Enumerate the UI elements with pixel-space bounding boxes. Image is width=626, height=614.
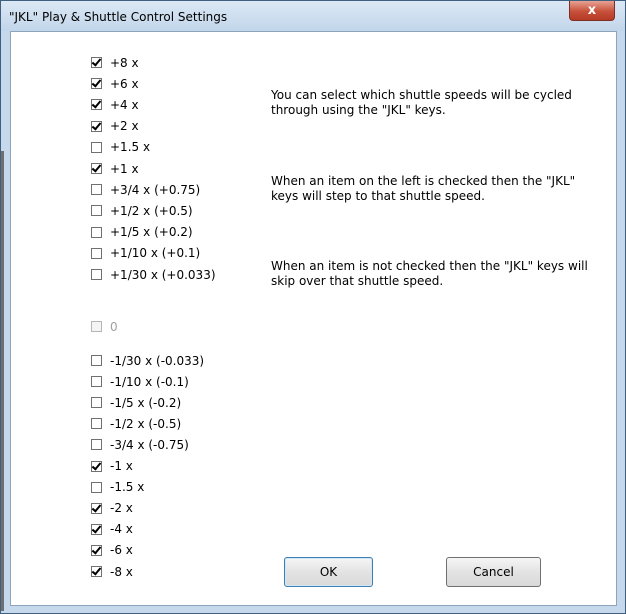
dialog-window: "JKL" Play & Shuttle Control Settings x …	[0, 0, 626, 614]
speed-checkbox[interactable]	[91, 439, 102, 451]
speed-label: -4 x	[110, 522, 133, 537]
speed-label: +3/4 x (+0.75)	[110, 182, 201, 197]
speed-checkbox[interactable]	[91, 355, 102, 366]
speed-label: +6 x	[110, 76, 139, 91]
speed-option[interactable]: -2 x	[91, 500, 133, 517]
speed-checkbox[interactable]	[91, 269, 102, 280]
cancel-button[interactable]: Cancel	[446, 557, 541, 587]
speed-label: +1/5 x (+0.2)	[110, 225, 193, 240]
speed-option[interactable]: -1 x	[91, 458, 133, 475]
ok-button[interactable]: OK	[284, 557, 373, 587]
speed-checkbox[interactable]	[91, 57, 102, 68]
speed-option[interactable]: +4 x	[91, 96, 139, 113]
speed-checkbox	[91, 321, 102, 332]
speed-option[interactable]: +1.5 x	[91, 139, 150, 156]
speed-option[interactable]: +1/30 x (+0.033)	[91, 266, 216, 283]
speed-option[interactable]: -1/30 x (-0.033)	[91, 352, 204, 369]
speed-option[interactable]: -8 x	[91, 563, 133, 580]
speed-label: +1/10 x (+0.1)	[110, 246, 201, 261]
speed-label: +1/30 x (+0.033)	[110, 267, 216, 282]
speed-option[interactable]: -4 x	[91, 521, 133, 538]
speed-checkbox[interactable]	[91, 544, 102, 556]
help-text-select: You can select which shuttle speeds will…	[271, 88, 572, 117]
speed-checkbox[interactable]	[91, 481, 102, 493]
speed-option[interactable]: +1/2 x (+0.5)	[91, 202, 193, 219]
speed-label: -1/5 x (-0.2)	[110, 395, 182, 410]
speed-label: +8 x	[110, 55, 139, 70]
speed-label: -1.5 x	[110, 480, 145, 495]
speed-checkbox[interactable]	[91, 184, 102, 196]
speed-option[interactable]: +1/10 x (+0.1)	[91, 245, 200, 262]
speed-checkbox[interactable]	[91, 120, 102, 132]
speed-checkbox[interactable]	[91, 78, 102, 90]
speed-label: +2 x	[110, 119, 139, 134]
speed-label: -1/30 x (-0.033)	[110, 353, 205, 368]
speed-option[interactable]: +2 x	[91, 118, 139, 135]
speed-option[interactable]: -3/4 x (-0.75)	[91, 436, 189, 453]
speed-label: -3/4 x (-0.75)	[110, 437, 189, 452]
speed-option[interactable]: -1.5 x	[91, 479, 144, 496]
speed-label: -8 x	[110, 564, 133, 579]
speed-label: 0	[110, 319, 118, 334]
speed-label: -1/10 x (-0.1)	[110, 374, 189, 389]
title-bar[interactable]: "JKL" Play & Shuttle Control Settings x	[1, 1, 625, 31]
speed-checkbox[interactable]	[91, 141, 102, 153]
close-button[interactable]: x	[569, 1, 615, 21]
speed-label: -1/2 x (-0.5)	[110, 416, 182, 431]
speed-checkbox[interactable]	[91, 376, 102, 388]
speed-option[interactable]: -1/5 x (-0.2)	[91, 394, 181, 411]
speed-checkbox[interactable]	[91, 523, 102, 535]
help-text-checked: When an item on the left is checked then…	[271, 174, 576, 203]
speed-checkbox[interactable]	[91, 460, 102, 472]
window-title: "JKL" Play & Shuttle Control Settings	[9, 10, 228, 24]
speed-option[interactable]: +6 x	[91, 75, 139, 92]
speed-checkbox[interactable]	[91, 566, 102, 577]
speed-label: -1 x	[110, 459, 133, 473]
speed-option[interactable]: -6 x	[91, 542, 133, 559]
speed-checkbox[interactable]	[91, 163, 102, 174]
background-window-edge	[1, 151, 4, 611]
speed-checkbox[interactable]	[91, 418, 102, 430]
help-text-unchecked: When an item is not checked then the "JK…	[271, 259, 588, 288]
speed-checkbox[interactable]	[91, 226, 102, 238]
speed-checkbox[interactable]	[91, 99, 102, 111]
speed-option[interactable]: +1/5 x (+0.2)	[91, 224, 193, 241]
speed-option: 0	[91, 318, 118, 335]
speed-checkbox[interactable]	[91, 205, 102, 217]
speed-label: +1.5 x	[110, 140, 151, 155]
speed-checkbox[interactable]	[91, 397, 102, 409]
speed-label: -2 x	[110, 501, 133, 516]
speed-checkbox[interactable]	[91, 502, 102, 514]
speed-label: -6 x	[110, 543, 133, 558]
speed-checkbox[interactable]	[91, 247, 102, 259]
speed-option[interactable]: +8 x	[91, 54, 139, 71]
speed-option[interactable]: +3/4 x (+0.75)	[91, 181, 200, 198]
speed-label: +1 x	[110, 161, 139, 176]
speed-label: +4 x	[110, 97, 139, 112]
speed-option[interactable]: -1/2 x (-0.5)	[91, 415, 181, 432]
dialog-content: +8 x +6 x +4 x +2 x +1.5 x +1 x +3/4 x (+0.75)…	[10, 31, 617, 606]
speed-option[interactable]: -1/10 x (-0.1)	[91, 373, 189, 390]
speed-label: +1/2 x (+0.5)	[110, 203, 193, 218]
speed-option[interactable]: +1 x	[91, 160, 139, 177]
